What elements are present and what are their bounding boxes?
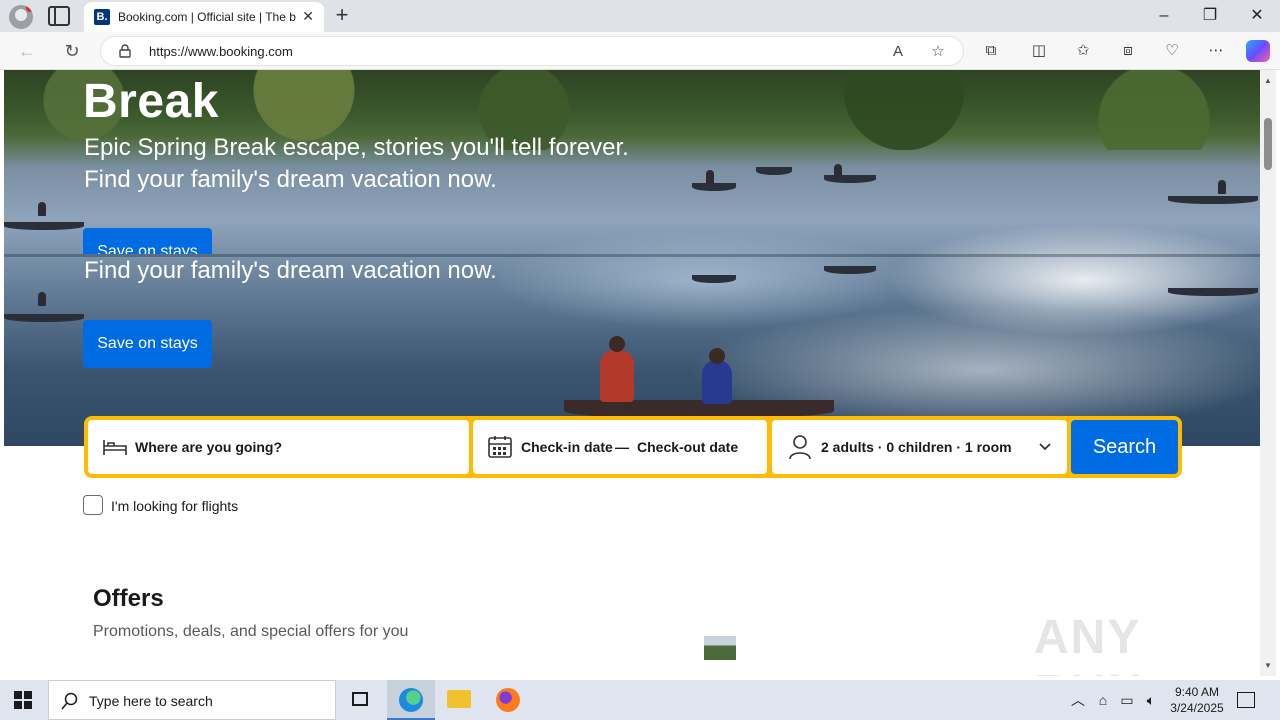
offers-heading: Offers	[93, 585, 164, 612]
chevron-down-icon	[1039, 443, 1051, 451]
edge-icon	[399, 688, 423, 712]
hero-banner: Break Epic Spring Break escape, stories …	[4, 70, 1260, 446]
browser-tab-bar: B. Booking.com | Official site | The b ✕…	[0, 0, 1280, 32]
address-bar[interactable]: https://www.booking.com A ☆	[100, 36, 964, 66]
rower	[38, 292, 46, 306]
lock-icon	[119, 44, 131, 58]
destination-field[interactable]: Where are you going?	[88, 420, 469, 474]
tab-close-icon[interactable]: ✕	[302, 8, 314, 25]
search-bar: Where are you going? Check-in date — Che…	[84, 416, 1182, 478]
rower	[1218, 180, 1226, 194]
tab-actions-icon[interactable]	[48, 6, 70, 26]
page-scrollbar[interactable]: ▲ ▼	[1260, 70, 1276, 676]
copilot-icon[interactable]	[1246, 40, 1270, 62]
search-button[interactable]: Search	[1071, 420, 1178, 474]
read-aloud-icon[interactable]: A	[887, 41, 909, 63]
taskbar-file-explorer-app[interactable]	[435, 680, 483, 720]
save-on-stays-button-partial: Save on stays	[83, 228, 212, 254]
save-on-stays-button[interactable]: Save on stays	[83, 320, 212, 368]
offers-subtitle: Promotions, deals, and special offers fo…	[93, 623, 409, 640]
rower	[38, 202, 46, 216]
taskbar-clock[interactable]: 9:40 AM 3/24/2025	[1168, 684, 1226, 716]
checkin-label: Check-in date	[521, 439, 613, 455]
date-picker-field[interactable]: Check-in date — Check-out date	[473, 420, 767, 474]
notifications-icon[interactable]	[1237, 692, 1255, 708]
flights-checkbox[interactable]	[83, 495, 103, 515]
rower-blue-shirt	[702, 360, 732, 404]
minimize-icon[interactable]: –	[1152, 4, 1176, 28]
collections-icon[interactable]: ⧈	[1117, 40, 1139, 62]
clock-time: 9:40 AM	[1174, 685, 1220, 699]
windows-start-icon[interactable]	[14, 691, 32, 709]
restore-icon[interactable]: ❐	[1198, 4, 1222, 28]
windows-taskbar: Type here to search ︿ ⌂ ▭ 🔈︎ 9:40 AM 3/2…	[0, 680, 1280, 720]
scroll-up-icon[interactable]: ▲	[1264, 76, 1272, 85]
tray-device-icon[interactable]: ⌂	[1093, 690, 1113, 710]
firefox-icon	[496, 688, 520, 712]
boat	[756, 167, 792, 175]
close-window-icon[interactable]: ✕	[1245, 4, 1269, 28]
browser-toolbar: ← ↻ https://www.booking.com A ☆ ⧉ ◫ ✩ ⧈ …	[0, 32, 1280, 70]
profile-avatar-icon[interactable]	[9, 5, 33, 29]
hero-cta-clipped: Save on stays	[4, 228, 1260, 254]
hero-subtitle-line1: Epic Spring Break escape, stories you'll…	[84, 134, 629, 161]
date-separator: —	[615, 439, 629, 455]
boat	[1168, 288, 1258, 296]
rower-head	[709, 348, 725, 364]
hero-subtitle-line2: Find your family's dream vacation now.	[84, 166, 497, 193]
rower-head	[609, 336, 625, 352]
person-icon	[789, 435, 811, 460]
occupancy-text: 2 adults · 0 children · 1 room	[821, 439, 1012, 455]
anyrun-watermark: ANY RUN	[1034, 611, 1142, 676]
network-icon[interactable]: ▭	[1117, 690, 1137, 710]
rower-red-shirt	[600, 350, 634, 402]
notification-dot	[26, 5, 33, 12]
taskbar-firefox-app[interactable]	[484, 680, 532, 720]
new-tab-icon[interactable]: +	[330, 2, 354, 28]
boat	[824, 266, 876, 274]
back-icon[interactable]: ←	[14, 38, 40, 64]
tab-title: Booking.com | Official site | The b	[118, 10, 296, 24]
taskbar-search-box[interactable]: Type here to search	[48, 680, 336, 720]
browser-tab-booking[interactable]: B. Booking.com | Official site | The b ✕	[84, 2, 324, 32]
tray-chevron-up-icon[interactable]: ︿	[1068, 690, 1088, 710]
offer-thumbnail-image[interactable]	[704, 636, 736, 660]
folder-icon	[447, 690, 471, 708]
scrollbar-thumb[interactable]	[1264, 118, 1272, 170]
url-text: https://www.booking.com	[149, 44, 293, 59]
volume-icon[interactable]: 🔈︎	[1141, 690, 1161, 710]
boat	[824, 175, 876, 183]
favorite-star-icon[interactable]: ☆	[927, 41, 949, 63]
hero-title: Break	[83, 75, 219, 128]
boat	[692, 183, 736, 191]
bed-icon	[103, 440, 127, 455]
boat	[4, 314, 84, 322]
extensions-icon[interactable]: ⧉	[980, 40, 1002, 62]
rower	[706, 170, 714, 184]
boat	[692, 275, 736, 283]
occupancy-field[interactable]: 2 adults · 0 children · 1 room	[772, 420, 1067, 474]
more-options-icon[interactable]: ⋯	[1205, 40, 1227, 62]
task-view-icon[interactable]	[336, 680, 384, 720]
refresh-icon[interactable]: ↻	[59, 38, 85, 64]
taskbar-search-placeholder: Type here to search	[89, 693, 213, 709]
clock-date: 3/24/2025	[1170, 701, 1224, 715]
rower	[834, 164, 842, 178]
browser-essentials-icon[interactable]: ♡	[1161, 40, 1183, 62]
taskbar-edge-app[interactable]	[387, 680, 435, 720]
destination-placeholder: Where are you going?	[135, 439, 283, 455]
booking-favicon-icon: B.	[94, 9, 110, 25]
split-screen-icon[interactable]: ◫	[1028, 40, 1050, 62]
page-viewport: Break Epic Spring Break escape, stories …	[4, 70, 1260, 676]
search-icon	[61, 692, 78, 710]
flights-checkbox-label[interactable]: I'm looking for flights	[111, 498, 238, 514]
hero-subtitle-repeat: Find your family's dream vacation now.	[84, 257, 497, 284]
favorites-icon[interactable]: ✩	[1072, 40, 1094, 62]
boat	[1168, 196, 1258, 204]
scroll-down-icon[interactable]: ▼	[1264, 661, 1272, 670]
calendar-icon	[488, 436, 512, 458]
checkout-label: Check-out date	[637, 439, 739, 455]
